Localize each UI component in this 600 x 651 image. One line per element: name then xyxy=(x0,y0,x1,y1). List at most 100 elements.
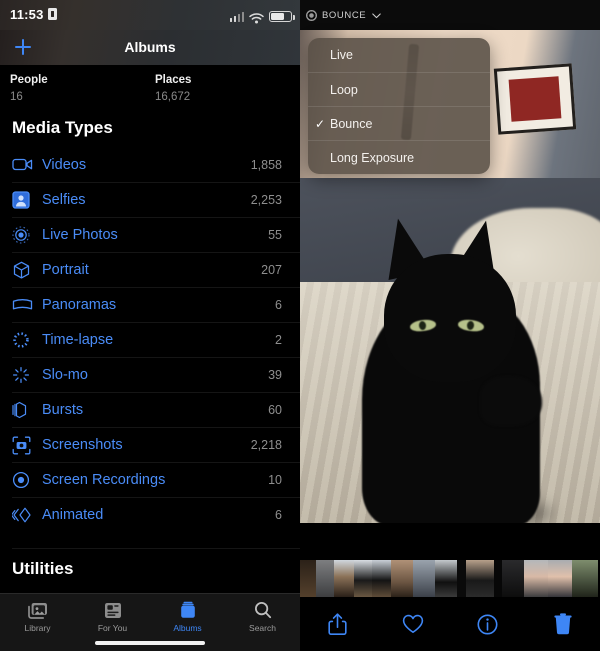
chevron-right-icon xyxy=(288,159,300,171)
favorite-button[interactable] xyxy=(375,614,450,634)
media-type-row-selfies[interactable]: Selfies 2,253 xyxy=(12,182,300,217)
thumbnail[interactable] xyxy=(572,560,598,597)
media-type-label: Portrait xyxy=(42,262,89,278)
delete-button[interactable] xyxy=(525,613,600,635)
wall-picture-frame xyxy=(493,63,577,135)
thumbnail[interactable] xyxy=(494,560,502,597)
cellular-signal-icon xyxy=(229,11,244,22)
live-mode-label: BOUNCE xyxy=(322,9,367,21)
media-type-row-panoramas[interactable]: Panoramas 6 xyxy=(12,287,300,322)
photo-thumbnail-strip[interactable] xyxy=(300,560,600,597)
timelapse-icon xyxy=(12,329,42,351)
battery-icon xyxy=(269,11,295,22)
live-photo-effects-menu: Live Loop ✓ Bounce Long Exposure xyxy=(308,38,490,174)
people-label: People xyxy=(10,74,48,86)
people-count: 16 xyxy=(10,91,23,103)
people-tile[interactable]: People 16 xyxy=(10,73,48,105)
media-type-row-portrait[interactable]: Portrait 207 xyxy=(12,252,300,287)
thumbnail[interactable] xyxy=(354,560,372,597)
navigation-bar: Albums xyxy=(0,30,300,66)
media-types-list: Videos 1,858 Selfies 2,253 Live Photos 5… xyxy=(0,147,300,532)
info-button[interactable] xyxy=(450,614,525,635)
media-type-label: Animated xyxy=(42,507,104,523)
thumbnail[interactable] xyxy=(457,560,466,597)
app-badge-icon xyxy=(48,8,57,20)
wifi-icon xyxy=(249,11,264,24)
tab-albums[interactable]: Albums xyxy=(150,600,225,633)
thumbnail[interactable] xyxy=(316,560,334,597)
slomo-icon xyxy=(12,364,42,386)
page-title: Albums xyxy=(124,39,176,55)
media-type-label: Screenshots xyxy=(42,437,123,453)
chevron-right-icon xyxy=(288,194,300,206)
live-photo-icon xyxy=(12,224,42,246)
screenshot-icon xyxy=(12,434,42,456)
media-type-row-screenshots[interactable]: Screenshots 2,218 xyxy=(12,427,300,462)
tab-for-you[interactable]: For You xyxy=(75,600,150,633)
thumbnail[interactable] xyxy=(300,560,316,597)
utilities-heading: Utilities xyxy=(12,559,74,578)
places-label: Places xyxy=(155,74,192,86)
share-button[interactable] xyxy=(300,612,375,636)
places-tile[interactable]: Places 16,672 xyxy=(155,73,191,105)
media-type-label: Screen Recordings xyxy=(42,472,166,488)
chevron-right-icon xyxy=(288,369,300,381)
media-type-row-time-lapse[interactable]: Time-lapse 2 xyxy=(12,322,300,357)
home-indicator[interactable] xyxy=(95,641,205,645)
menu-item-live[interactable]: Live xyxy=(308,38,490,72)
media-type-row-videos[interactable]: Videos 1,858 xyxy=(12,147,300,182)
thumbnail[interactable] xyxy=(391,560,413,597)
media-type-label: Bursts xyxy=(42,402,84,418)
tab-bar: Library For You Albums Search xyxy=(0,593,300,651)
tab-label: Search xyxy=(249,623,276,633)
animated-icon xyxy=(12,504,42,526)
media-type-count: 6 xyxy=(275,298,282,312)
thumbnail[interactable] xyxy=(435,560,457,597)
chevron-right-icon xyxy=(288,509,300,521)
thumbnail[interactable] xyxy=(334,560,354,597)
tab-search[interactable]: Search xyxy=(225,600,300,633)
menu-item-bounce[interactable]: ✓ Bounce xyxy=(308,106,490,140)
thumbnail[interactable] xyxy=(372,560,391,597)
live-photo-mode-button[interactable]: BOUNCE xyxy=(300,0,600,30)
media-type-count: 207 xyxy=(261,263,282,277)
tab-library[interactable]: Library xyxy=(0,600,75,633)
tab-label: Albums xyxy=(173,623,202,633)
media-type-label: Live Photos xyxy=(42,227,118,243)
tab-label: Library xyxy=(24,623,51,633)
photo-toolbar xyxy=(300,597,600,651)
menu-item-label: Live xyxy=(330,48,353,62)
media-type-row-screen-recordings[interactable]: Screen Recordings 10 xyxy=(12,462,300,497)
media-type-row-animated[interactable]: Animated 6 xyxy=(12,497,300,532)
thumbnail[interactable] xyxy=(524,560,548,597)
panorama-icon xyxy=(12,294,42,316)
menu-item-loop[interactable]: Loop xyxy=(308,72,490,106)
cube-portrait-icon xyxy=(12,259,42,281)
media-type-label: Panoramas xyxy=(42,297,117,313)
chevron-right-icon xyxy=(288,299,300,311)
selfie-portrait-icon xyxy=(12,189,42,211)
thumbnail[interactable] xyxy=(548,560,572,597)
status-bar-indicators xyxy=(229,8,295,24)
media-type-count: 60 xyxy=(268,403,282,417)
for-you-icon xyxy=(104,600,122,620)
chevron-right-icon xyxy=(288,404,300,416)
thumbnail[interactable] xyxy=(413,560,435,597)
photo-viewer-panel: BOUNCE Live Loop ✓ Bounce Long Exposure xyxy=(300,0,600,651)
photos-app-screenshot: 11:53 Albums People 16 Places 16,672 Med… xyxy=(0,0,600,651)
status-bar-time: 11:53 xyxy=(10,7,44,22)
albums-panel: 11:53 Albums People 16 Places 16,672 Med… xyxy=(0,0,300,651)
chevron-down-icon xyxy=(372,6,381,24)
search-icon xyxy=(254,600,272,620)
media-type-row-bursts[interactable]: Bursts 60 xyxy=(12,392,300,427)
photo-library-icon xyxy=(27,600,48,620)
utilities-section: Utilities xyxy=(12,548,300,579)
media-type-count: 2 xyxy=(275,333,282,347)
media-type-row-slo-mo[interactable]: Slo-mo 39 xyxy=(12,357,300,392)
menu-item-long-exposure[interactable]: Long Exposure xyxy=(308,140,490,174)
media-type-count: 2,218 xyxy=(250,438,282,452)
thumbnail[interactable] xyxy=(466,560,494,597)
media-type-row-live-photos[interactable]: Live Photos 55 xyxy=(12,217,300,252)
chevron-right-icon xyxy=(288,439,300,451)
thumbnail[interactable] xyxy=(502,560,524,597)
